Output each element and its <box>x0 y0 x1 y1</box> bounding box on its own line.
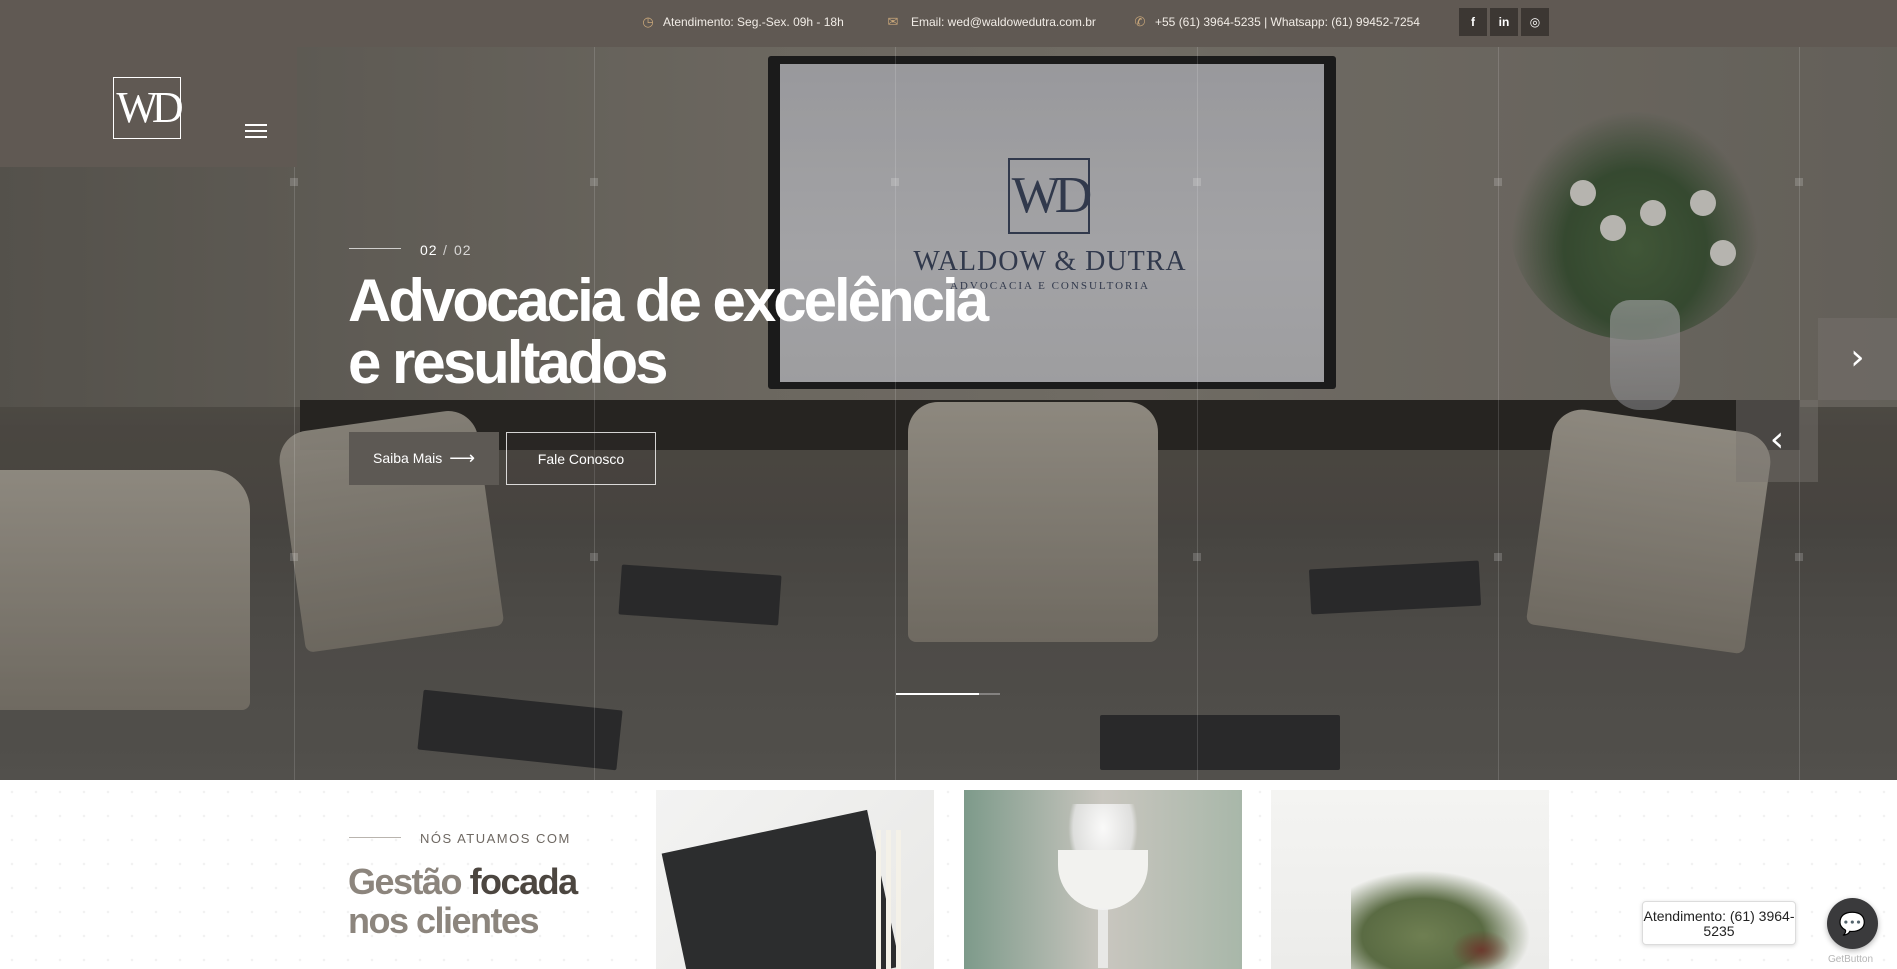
section-title-line2: nos clientes <box>348 900 540 941</box>
slider-prev-button[interactable]: ‹ <box>1736 400 1818 482</box>
grid-line <box>1197 47 1198 780</box>
linkedin-icon[interactable]: in <box>1490 8 1518 36</box>
grid-marker <box>1795 553 1803 561</box>
grid-marker <box>590 178 598 186</box>
slide-current-number: 02 <box>420 242 438 258</box>
grid-marker <box>290 178 298 186</box>
notebook-image <box>661 809 901 969</box>
menu-hamburger-icon[interactable] <box>245 124 267 138</box>
slide-counter-line <box>349 248 401 249</box>
saiba-mais-label: Saiba Mais <box>373 450 443 466</box>
hero-title-line1: Advocacia de excelência <box>348 267 989 334</box>
hero-title: Advocacia de excelência e resultados <box>348 270 1048 394</box>
section-title-light: Gestão <box>348 861 463 902</box>
grid-line <box>1498 47 1499 780</box>
office-hours: Atendimento: Seg.-Sex. 09h - 18h <box>663 15 844 29</box>
grid-marker <box>1494 553 1502 561</box>
section-title: Gestão focada nos clientes <box>348 862 648 940</box>
grid-marker <box>590 553 598 561</box>
email-link[interactable]: Email: wed@waldowedutra.com.br <box>911 15 1096 29</box>
slider-next-button[interactable]: › <box>1818 318 1897 400</box>
chat-credit[interactable]: GetButton <box>1828 954 1873 965</box>
chevron-left-icon: ‹ <box>1769 419 1785 460</box>
grid-marker <box>1193 178 1201 186</box>
site-logo[interactable]: WD <box>113 77 184 139</box>
section-label-line <box>349 837 401 838</box>
grid-marker <box>290 553 298 561</box>
saiba-mais-button[interactable]: Saiba Mais ⟶ <box>349 432 499 485</box>
phone-link[interactable]: +55 (61) 3964-5235 | Whatsapp: (61) 9945… <box>1155 15 1420 29</box>
pencil-image <box>896 830 901 969</box>
service-card-hourglass[interactable] <box>964 790 1242 969</box>
phone-icon: ✆ <box>1134 14 1146 29</box>
service-card-plants[interactable] <box>1271 790 1549 969</box>
envelope-icon: ✉ <box>887 14 899 29</box>
grid-line <box>895 47 896 780</box>
fale-conosco-button[interactable]: Fale Conosco <box>506 432 656 485</box>
hourglass-sand <box>1058 850 1148 910</box>
grid-line <box>594 47 595 780</box>
hero-title-line2: e resultados <box>348 329 668 396</box>
top-bar: ◷ Atendimento: Seg.-Sex. 09h - 18h ✉ Ema… <box>0 0 1897 47</box>
services-section <box>0 780 1897 969</box>
chat-tooltip[interactable]: Atendimento: (61) 3964-5235 <box>1642 901 1796 945</box>
grid-marker <box>1494 178 1502 186</box>
succulent-detail <box>1451 930 1511 969</box>
chat-button[interactable]: 💬 <box>1827 898 1878 949</box>
facebook-icon[interactable]: f <box>1459 8 1487 36</box>
grid-marker <box>891 178 899 186</box>
pencil-image <box>876 830 881 969</box>
grid-marker <box>1193 553 1201 561</box>
instagram-icon[interactable]: ◎ <box>1521 8 1549 36</box>
slide-progress-fill <box>896 693 980 695</box>
section-label: NÓS ATUAMOS COM <box>420 831 571 846</box>
section-title-dark: focada <box>469 861 579 902</box>
slide-counter-separator: / <box>443 242 447 258</box>
service-card-notebooks[interactable] <box>656 790 934 969</box>
chat-bubble-icon: 💬 <box>1838 911 1867 936</box>
chevron-right-icon: › <box>1850 337 1865 378</box>
slide-progress-bar <box>896 693 1000 695</box>
clock-icon: ◷ <box>642 14 654 29</box>
pencil-image <box>886 830 891 969</box>
hourglass-neck <box>1098 908 1108 968</box>
slide-total-number: 02 <box>454 242 472 258</box>
grid-marker <box>1795 178 1803 186</box>
arrow-right-icon: ⟶ <box>449 448 475 468</box>
